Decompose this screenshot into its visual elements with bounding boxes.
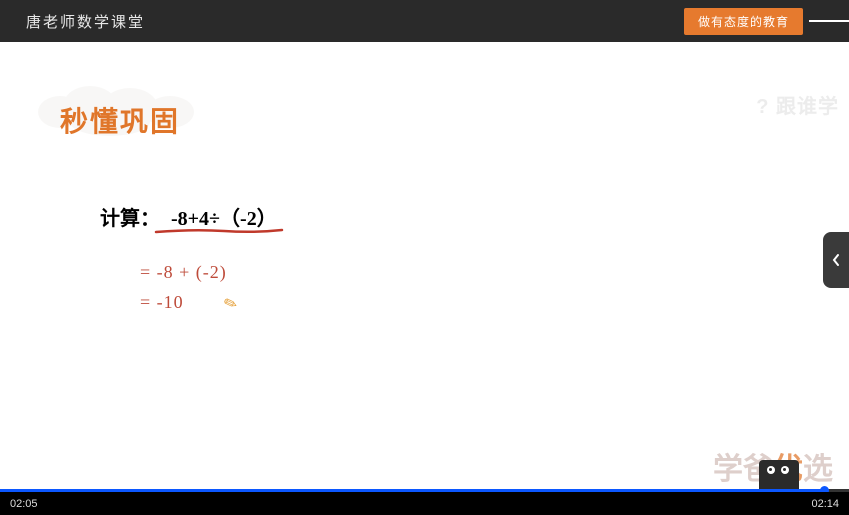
work-step-2: = -10	[140, 292, 184, 313]
underline-stroke-icon	[154, 228, 284, 236]
chevron-left-icon	[831, 253, 841, 267]
watermark-part-c: 选	[803, 453, 833, 486]
time-current: 02:05	[10, 498, 38, 510]
section-title-block: 秒懂巩固	[60, 100, 180, 140]
time-total: 02:14	[811, 498, 839, 510]
watermark-top: ? 跟谁学	[756, 90, 839, 119]
problem-expression: -8+4÷（-2）	[171, 208, 277, 230]
education-badge: 做有态度的教育	[684, 8, 803, 35]
section-title: 秒懂巩固	[60, 100, 180, 140]
channel-title: 唐老师数学课堂	[26, 11, 145, 32]
problem-label: 计算：	[100, 208, 160, 230]
problem-line: 计算： -8+4÷（-2）	[100, 202, 277, 231]
pencil-cursor-icon: ✎	[221, 292, 240, 315]
header-divider	[809, 20, 849, 22]
side-expand-tab[interactable]	[823, 232, 849, 288]
mascot-character-icon	[757, 438, 803, 492]
work-step-1: = -8 + (-2)	[140, 262, 227, 283]
slide-content: 秒懂巩固 计算： -8+4÷（-2） = -8 + (-2) = -10 ✎ ?…	[0, 42, 849, 492]
slide-header: 唐老师数学课堂 做有态度的教育	[0, 0, 849, 42]
video-content-frame: 唐老师数学课堂 做有态度的教育 秒懂巩固 计算： -8+4÷（-2） = -8 …	[0, 0, 849, 492]
player-controls-bar: 02:05 02:14	[0, 492, 849, 515]
